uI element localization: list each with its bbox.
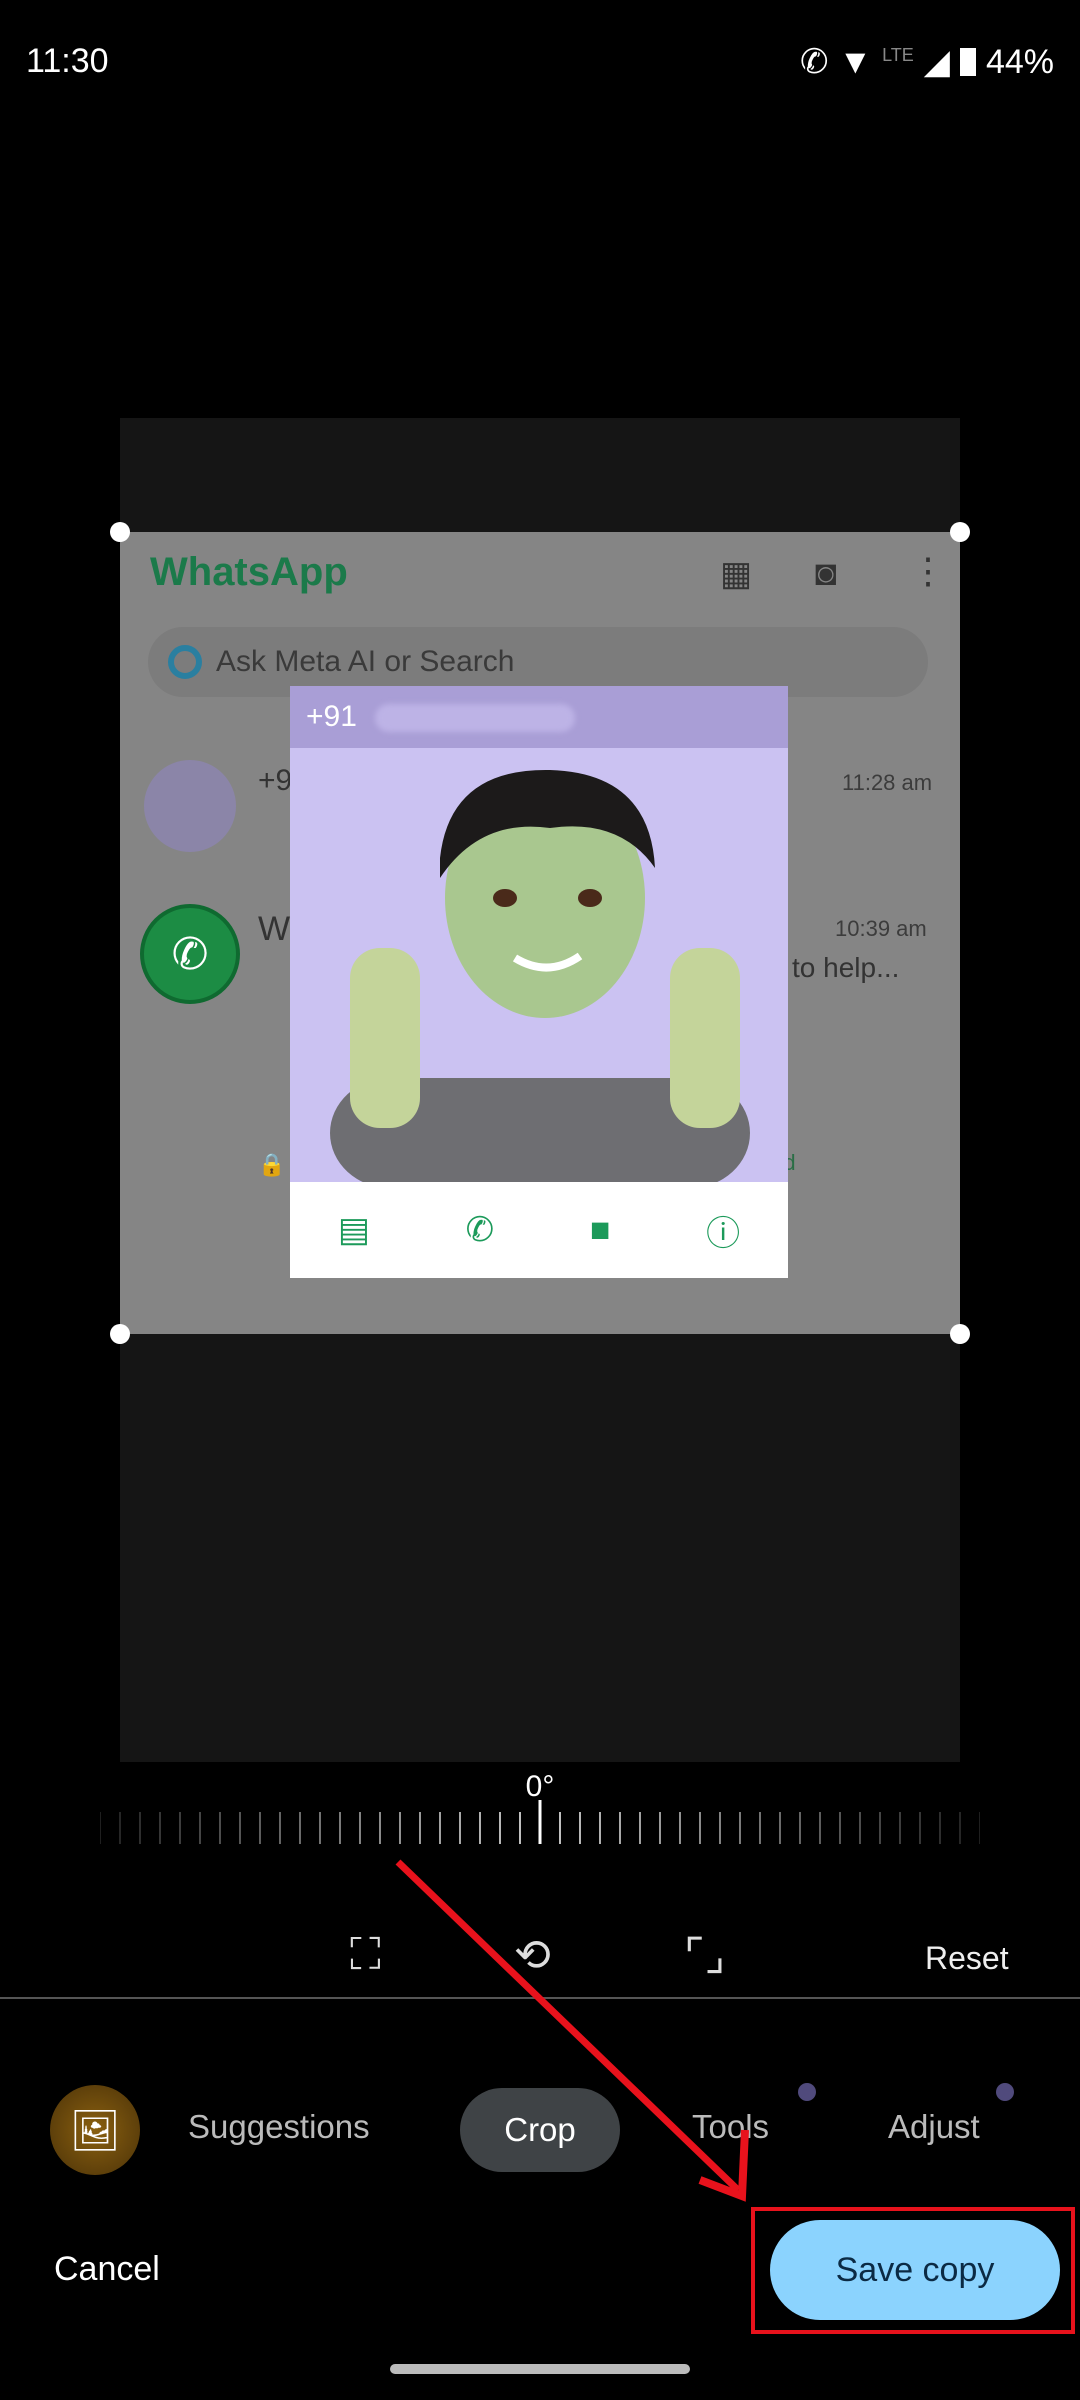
chat-time: 11:28 am bbox=[842, 770, 933, 795]
card-header: +91 bbox=[290, 686, 788, 748]
message-icon: ▤ bbox=[337, 1211, 370, 1249]
wifi-calling-icon: ✆ bbox=[799, 43, 829, 81]
rotation-angle: 0° bbox=[525, 1770, 555, 1803]
phone-icon: ✆ bbox=[465, 1211, 495, 1249]
video-icon: ■ bbox=[589, 1210, 611, 1249]
tools-badge-dot bbox=[798, 2083, 816, 2101]
tab-tools[interactable]: Tools bbox=[692, 2108, 769, 2146]
search-placeholder: Ask Meta AI or Search bbox=[216, 645, 515, 678]
suggestions-icon[interactable]: 🖼 bbox=[50, 2085, 140, 2175]
blurred-number bbox=[375, 704, 576, 733]
crop-area[interactable]: WhatsApp ▦ ◙ ⋮ Ask Meta AI or Search +9 … bbox=[120, 532, 960, 1334]
chat-preview: to help... bbox=[792, 952, 900, 983]
tab-crop[interactable]: Crop bbox=[460, 2088, 620, 2172]
avatar bbox=[144, 760, 236, 852]
meta-ai-icon bbox=[168, 645, 202, 679]
lock-icon: 🔒 bbox=[258, 1152, 286, 1177]
crop-handle-bottom-right[interactable] bbox=[950, 1324, 970, 1344]
qr-icon: ▦ bbox=[720, 555, 753, 593]
crop-handle-top-left[interactable] bbox=[110, 522, 130, 542]
annotation-highlight-box bbox=[751, 2207, 1075, 2334]
crop-handle-bottom-left[interactable] bbox=[110, 1324, 130, 1344]
avatar-image bbox=[330, 769, 750, 1182]
aspect-ratio-icon[interactable]: ⛶ bbox=[350, 1930, 381, 1980]
tab-adjust[interactable]: Adjust bbox=[888, 2108, 980, 2146]
card-actions: ▤ ✆ ■ ⓘ bbox=[290, 1182, 788, 1278]
divider bbox=[0, 1997, 1080, 1999]
whatsapp-title: WhatsApp bbox=[150, 550, 348, 594]
battery-icon bbox=[959, 48, 976, 76]
network-type: LTE bbox=[882, 44, 914, 65]
free-crop-icon[interactable]: ⌜⌟ bbox=[684, 1930, 725, 1981]
contact-card: +91 ▤ ✆ ■ ⓘ bbox=[290, 686, 788, 1278]
wifi-icon: ▼ bbox=[838, 42, 873, 81]
contact-phone: +91 bbox=[306, 700, 357, 733]
status-icons: ✆ ▼ LTE ◢ 44% bbox=[800, 42, 1054, 82]
home-indicator[interactable] bbox=[390, 2364, 690, 2374]
tab-suggestions[interactable]: Suggestions bbox=[188, 2108, 370, 2146]
chat-name: W bbox=[258, 910, 291, 948]
crop-handle-top-right[interactable] bbox=[950, 522, 970, 542]
whatsapp-avatar-icon: ✆ bbox=[140, 904, 240, 1004]
status-time: 11:30 bbox=[26, 42, 109, 80]
chat-time: 10:39 am bbox=[835, 916, 927, 941]
battery-level: 44% bbox=[985, 42, 1054, 81]
info-icon: ⓘ bbox=[706, 1214, 741, 1253]
rotate-icon[interactable]: ⟲ bbox=[514, 1930, 551, 1981]
chat-name: +9 bbox=[258, 764, 293, 797]
cancel-button[interactable]: Cancel bbox=[54, 2250, 160, 2289]
straighten-slider[interactable] bbox=[100, 1800, 980, 1844]
adjust-badge-dot bbox=[996, 2083, 1014, 2101]
reset-button[interactable]: Reset bbox=[925, 1940, 1009, 1977]
camera-icon: ◙ bbox=[815, 552, 837, 593]
signal-icon: ◢ bbox=[923, 43, 950, 81]
more-icon: ⋮ bbox=[910, 550, 946, 591]
